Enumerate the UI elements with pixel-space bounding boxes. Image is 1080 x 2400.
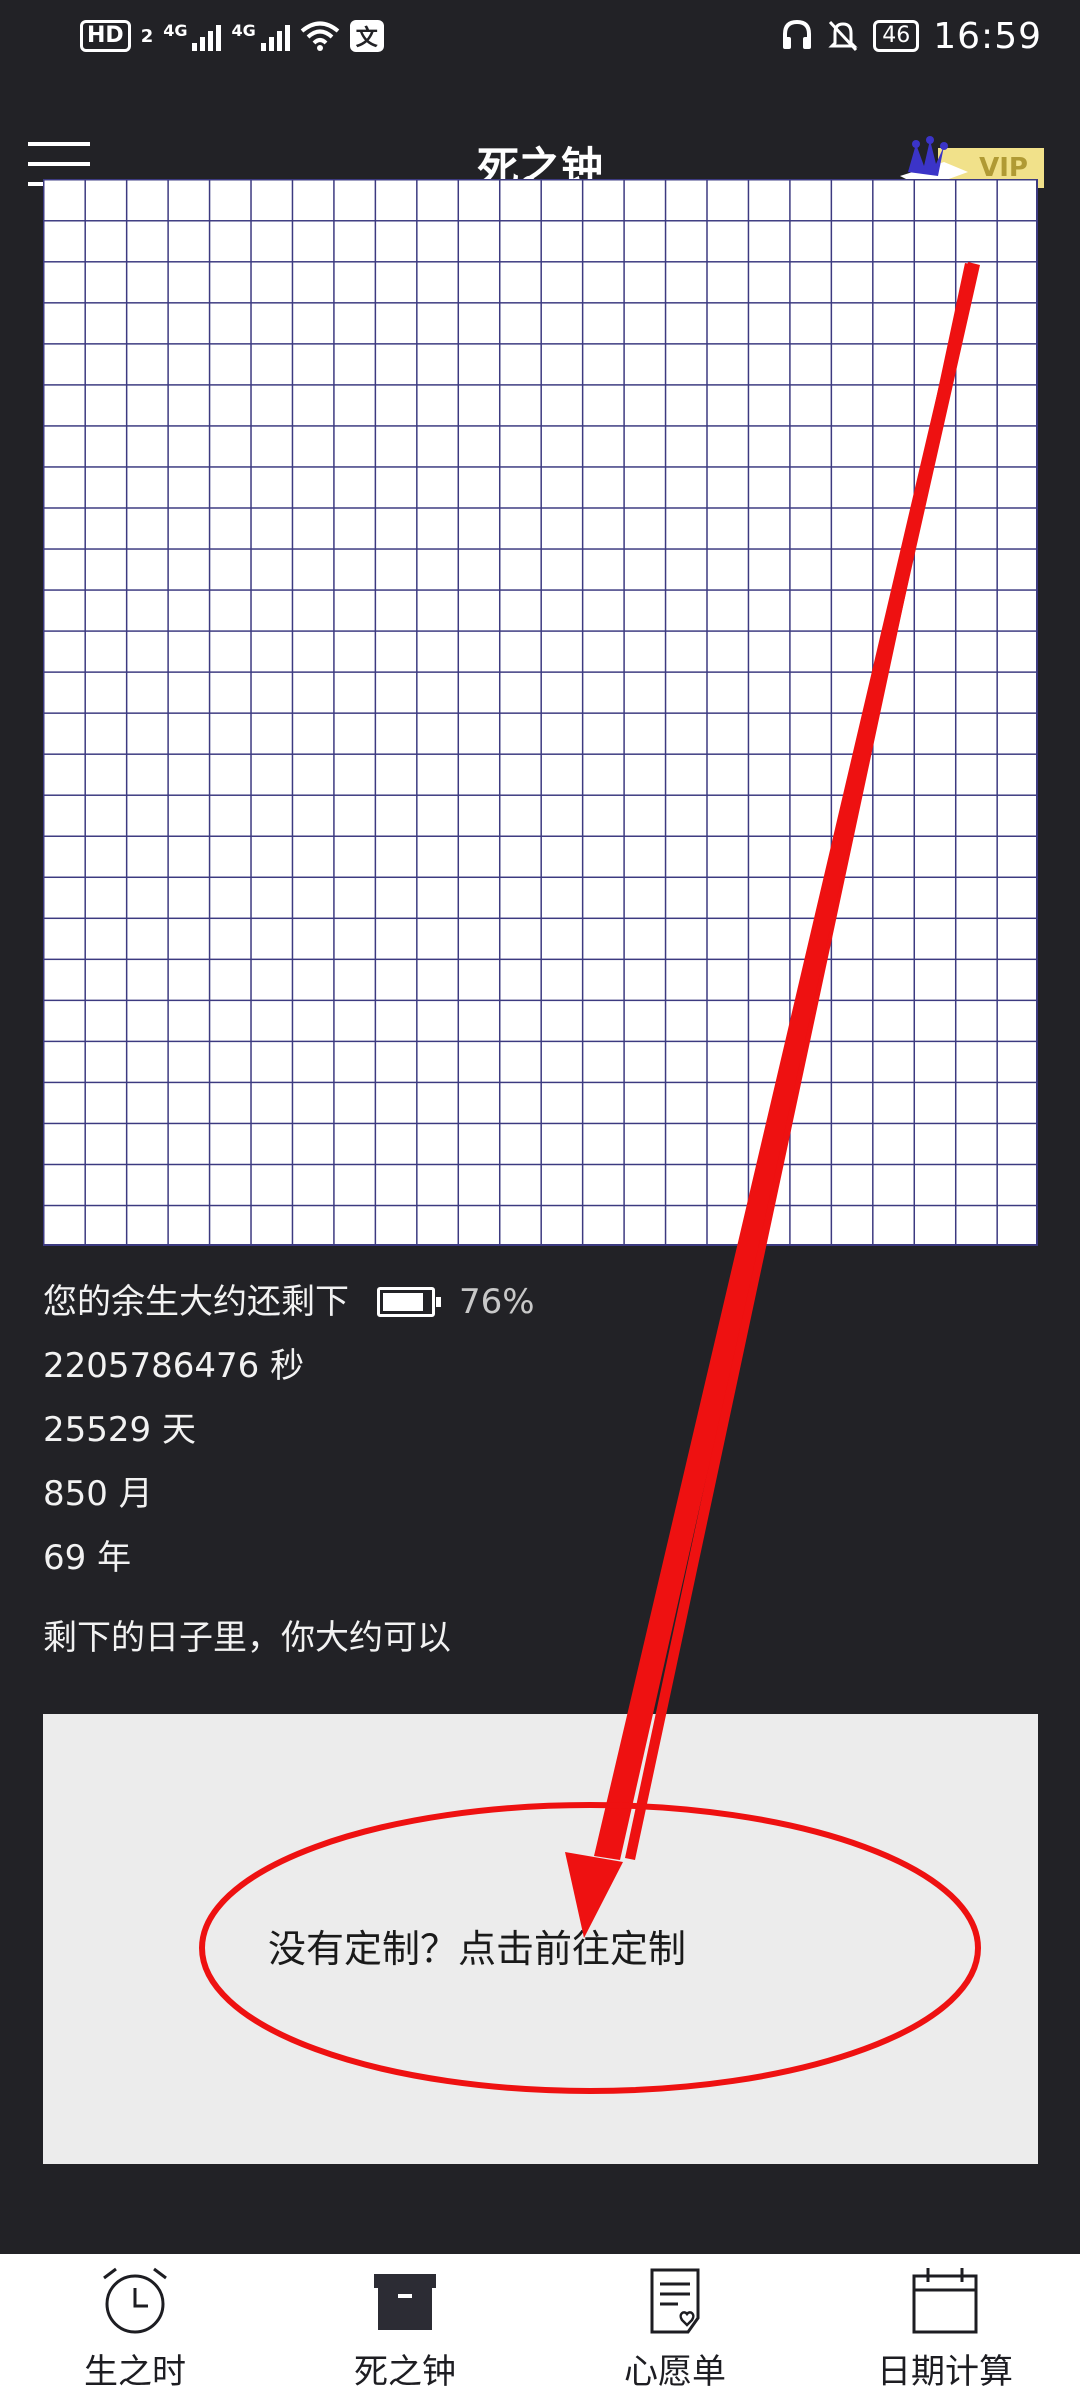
can-do-label: 剩下的日子里，你大约可以 (43, 1618, 451, 1658)
battery-indicator: 46 (873, 20, 920, 52)
seconds-value: 2205786476 秒 (43, 1346, 305, 1386)
app-screen: HD 2 4G 4G 文 46 16:59 死之钟 VIP 您的余生大约还剩下 … (0, 0, 1080, 2400)
nav-label: 死之钟 (354, 2352, 456, 2392)
signal-icon: 4G (163, 21, 222, 51)
nav-label: 日期计算 (877, 2352, 1013, 2392)
nav-item-death-clock[interactable]: 死之钟 (270, 2254, 540, 2400)
life-battery-icon (377, 1287, 441, 1317)
nav-label: 心愿单 (624, 2352, 726, 2392)
alarm-clock-icon (103, 2267, 167, 2334)
hd-indicator: HD (80, 20, 131, 52)
days-value: 25529 天 (43, 1410, 196, 1450)
life-stats: 您的余生大约还剩下 76% 2205786476 秒 25529 天 850 月… (43, 1270, 535, 1590)
years-value: 69 年 (43, 1538, 132, 1578)
box-icon (374, 2274, 436, 2330)
hd-sub-label: 2 (140, 25, 154, 47)
calendar-icon (912, 2268, 978, 2334)
network-type-label: 4G (163, 21, 188, 40)
remaining-percent: 76% (459, 1282, 535, 1322)
translate-icon: 文 (349, 20, 384, 52)
status-bar: HD 2 4G 4G 文 46 16:59 (0, 0, 1080, 72)
bottom-nav: 生之时 死之钟 心愿单 日期计算 (0, 2254, 1080, 2400)
signal-icon-2: 4G (231, 21, 290, 51)
bell-mute-icon (828, 20, 858, 52)
months-value: 850 月 (43, 1474, 153, 1514)
network-type-label-2: 4G (231, 21, 256, 40)
remaining-row: 您的余生大约还剩下 76% (43, 1270, 535, 1334)
remaining-label: 您的余生大约还剩下 (43, 1282, 349, 1322)
wifi-icon (300, 21, 340, 51)
headset-icon (783, 19, 812, 49)
life-grid (43, 179, 1038, 1246)
nav-item-wishlist[interactable]: 心愿单 (540, 2254, 810, 2400)
nav-item-life-time[interactable]: 生之时 (0, 2254, 270, 2400)
status-left: HD 2 4G 4G 文 (80, 18, 384, 54)
wishlist-icon (650, 2268, 700, 2334)
nav-item-date-calc[interactable]: 日期计算 (810, 2254, 1080, 2400)
status-right: 46 16:59 (781, 12, 1042, 60)
nav-label: 生之时 (84, 2352, 186, 2392)
go-customize-link[interactable]: 没有定制？点击前往定制 (268, 1918, 686, 1973)
status-time: 16:59 (933, 15, 1042, 57)
